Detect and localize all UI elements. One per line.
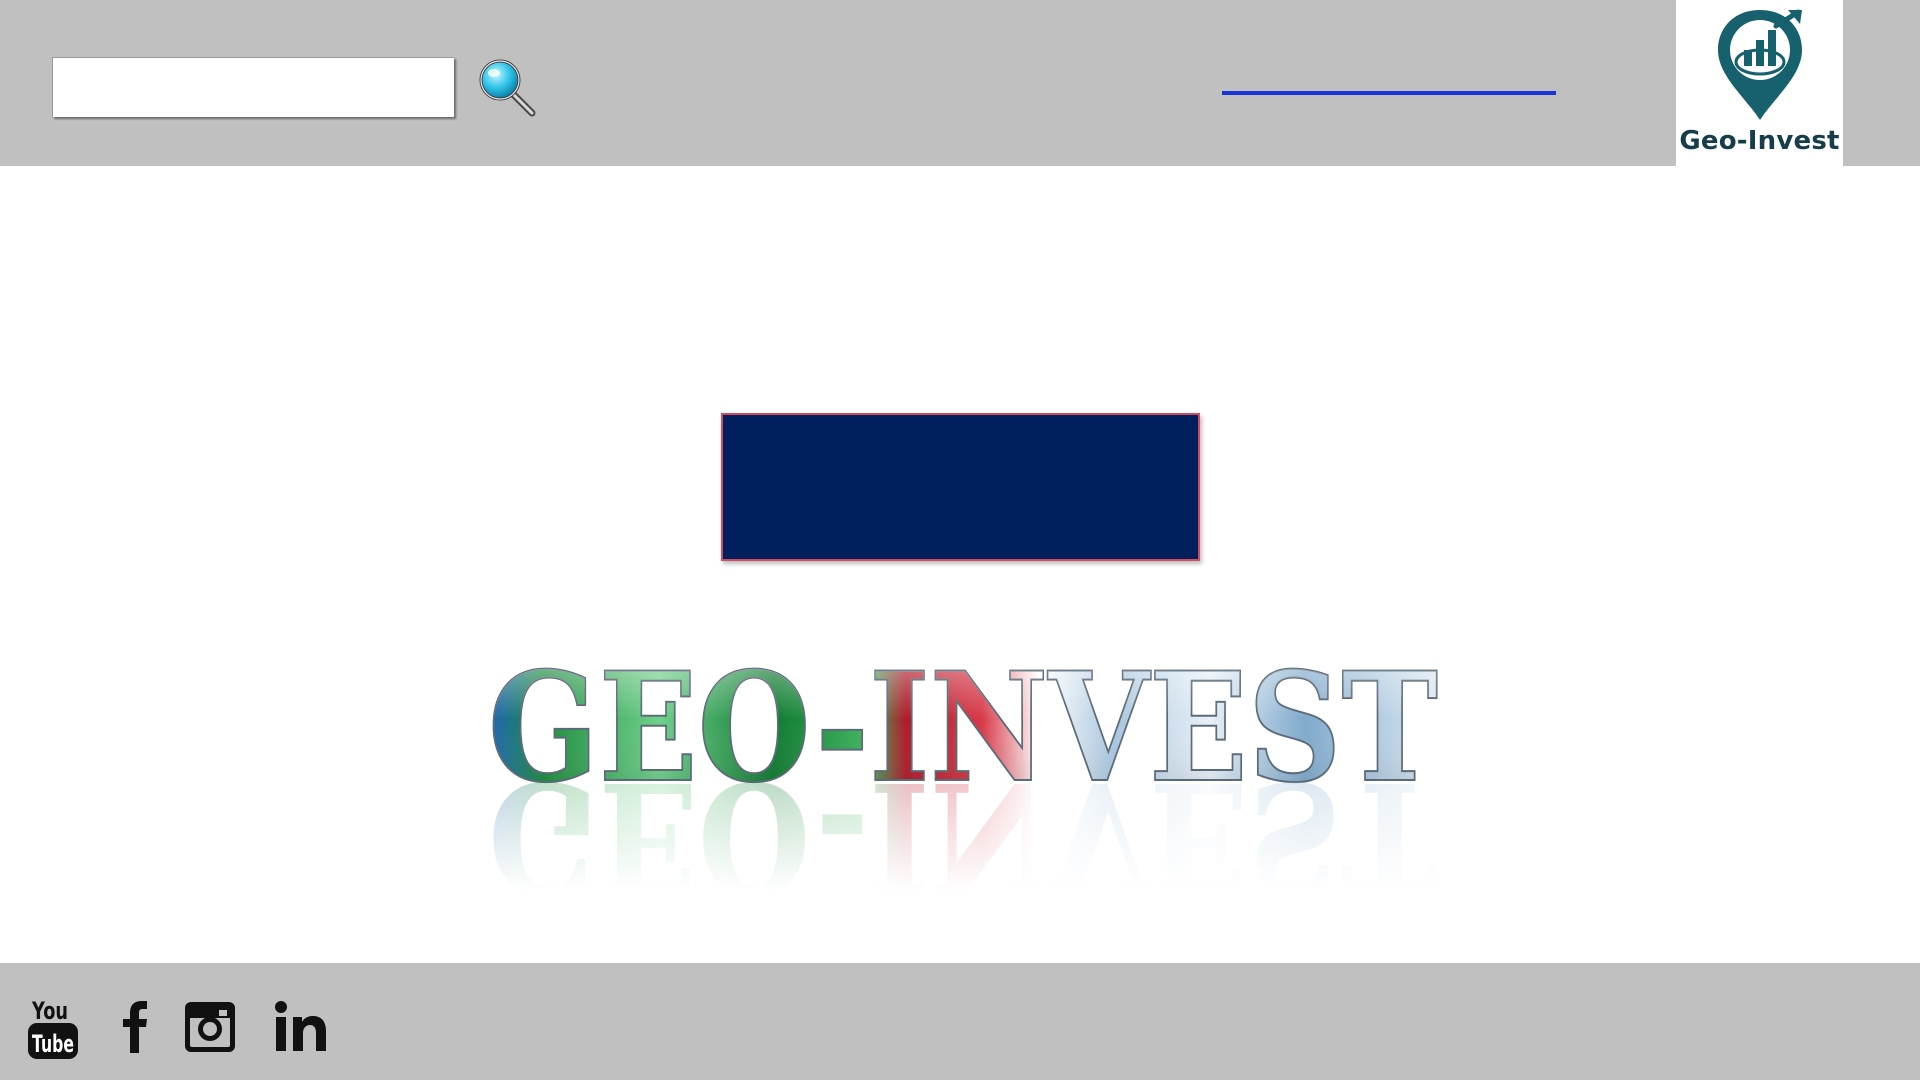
hero-title-reflection: GEO-INVEST [488, 748, 1438, 890]
facebook-icon [123, 1001, 147, 1053]
linkedin-link[interactable] [273, 999, 329, 1055]
top-header: Geo-Invest [0, 0, 1920, 166]
instagram-link[interactable] [184, 1001, 236, 1053]
linkedin-icon [275, 1001, 326, 1051]
brand-name: Geo-Invest [1679, 126, 1840, 156]
facebook-link[interactable] [118, 999, 152, 1061]
header-link[interactable] [1222, 91, 1556, 95]
instagram-icon [185, 1002, 235, 1052]
svg-text:You: You [31, 997, 68, 1025]
search-button[interactable] [474, 54, 540, 120]
map-pin-chart-icon [1718, 9, 1802, 120]
cta-button[interactable] [721, 413, 1200, 561]
brand-logo[interactable]: Geo-Invest [1676, 0, 1843, 166]
hero-title: GEO-INVEST GEO-INVEST GEO-INVEST [487, 639, 1439, 890]
hero-title-reflection-text: GEO-INVEST [488, 748, 1438, 890]
magnifier-icon [479, 59, 536, 117]
youtube-link[interactable]: You Tube [26, 993, 82, 1063]
svg-text:Tube: Tube [32, 1030, 74, 1058]
search-input[interactable] [52, 57, 454, 117]
footer-bar: You Tube [0, 963, 1920, 1080]
youtube-icon: You Tube [28, 997, 78, 1059]
